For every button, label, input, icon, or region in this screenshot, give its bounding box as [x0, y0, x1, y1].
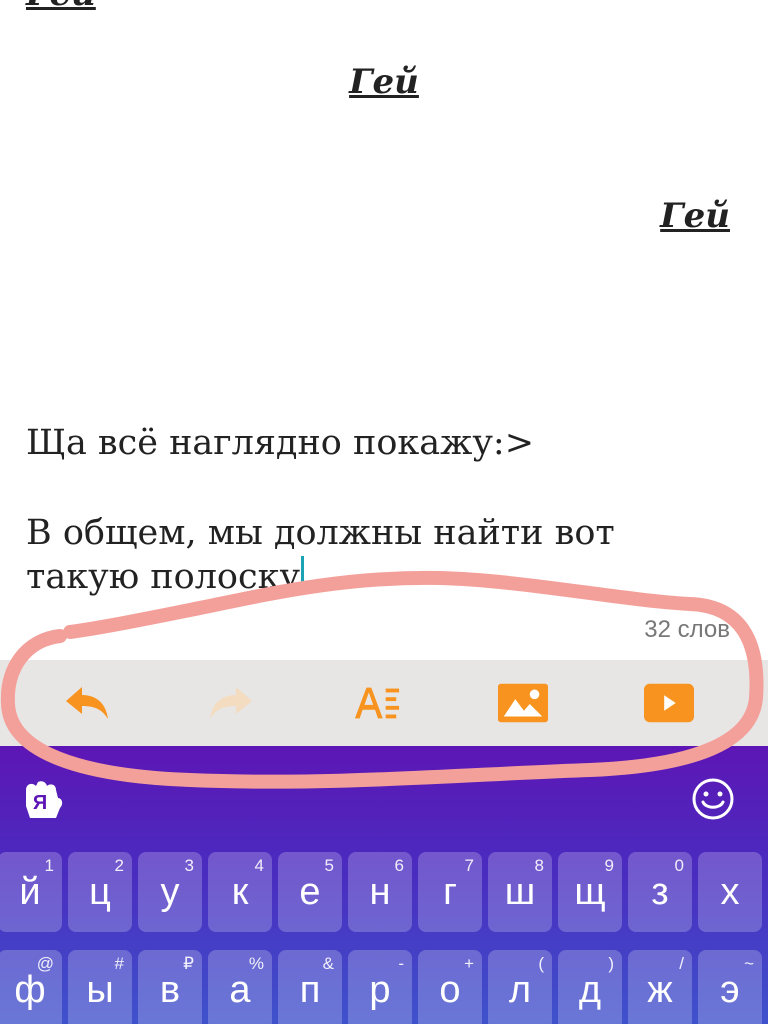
paragraph-1: Ща всё наглядно покажу:> — [26, 423, 535, 463]
heading-center: Гей — [349, 62, 419, 102]
insert-image-icon — [498, 683, 548, 723]
key[interactable]: # ы — [68, 950, 132, 1030]
key[interactable]: ) д — [558, 950, 622, 1030]
key-label: л — [508, 969, 532, 1011]
redo-button[interactable] — [206, 680, 256, 726]
paragraph-3: такую полоску — [26, 556, 305, 598]
key[interactable]: 1й — [0, 852, 62, 932]
heading-top: Гей — [26, 0, 96, 14]
key-label: в — [159, 969, 181, 1011]
yandex-logo-icon[interactable]: Я — [20, 778, 66, 824]
key-label: й — [19, 871, 41, 913]
heading-right: Гей — [660, 196, 730, 236]
key[interactable]: 8ш — [488, 852, 552, 932]
key[interactable]: 4к — [208, 852, 272, 932]
key[interactable]: (л — [488, 950, 552, 1030]
editor-toolbar — [0, 660, 768, 746]
key[interactable]: / ж — [628, 950, 692, 1030]
key-label: а — [229, 969, 251, 1011]
key-label: е — [299, 871, 321, 913]
key-label: р — [369, 969, 391, 1011]
key[interactable]: 6н — [348, 852, 412, 932]
key[interactable]: + о — [418, 950, 482, 1030]
undo-button[interactable] — [62, 680, 112, 726]
key-label: д — [578, 969, 602, 1011]
key[interactable]: -р — [348, 950, 412, 1030]
key[interactable]: 7г — [418, 852, 482, 932]
key[interactable]: 3у — [138, 852, 202, 932]
key-label: п — [299, 969, 321, 1011]
insert-video-button[interactable] — [644, 680, 694, 726]
undo-icon — [66, 687, 108, 719]
text-format-button[interactable] — [352, 680, 402, 726]
redo-icon — [210, 687, 252, 719]
key-label: ы — [86, 969, 114, 1011]
key[interactable]: & п — [278, 950, 342, 1030]
key-label: к — [231, 871, 249, 913]
keyboard: Я 1й 2ц 3у 4к 5е 6н 7г 8ш 9щ 0з х @ ф # ы … — [0, 746, 768, 1030]
emoji-icon[interactable] — [690, 776, 736, 822]
key-label: ж — [647, 969, 673, 1011]
key[interactable]: ₽ в — [138, 950, 202, 1030]
text-cursor — [301, 556, 305, 594]
key-label: з — [651, 871, 669, 913]
key-label: у — [160, 871, 180, 913]
key[interactable]: 5е — [278, 852, 342, 932]
svg-text:Я: Я — [33, 792, 47, 814]
insert-video-icon — [644, 683, 694, 723]
paragraph-3-text: такую полоску — [26, 557, 301, 597]
document-area[interactable]: Гей Гей Гей Ща всё наглядно покажу:> В о… — [0, 0, 768, 660]
key-label: н — [369, 871, 391, 913]
key-label: э — [720, 969, 740, 1011]
key[interactable]: 9щ — [558, 852, 622, 932]
key[interactable]: х — [698, 852, 762, 932]
key[interactable]: ~ э — [698, 950, 762, 1030]
key[interactable]: % а — [208, 950, 272, 1030]
key-label: ш — [504, 871, 536, 913]
word-count: 32 слов — [644, 616, 730, 643]
paragraph-2: В общем, мы должны найти вот — [26, 513, 615, 553]
text-format-icon — [354, 687, 400, 719]
key-label: щ — [574, 871, 606, 913]
key-label: ф — [14, 969, 46, 1011]
key-label: о — [439, 969, 461, 1011]
key-label: х — [720, 871, 740, 913]
key[interactable]: 0з — [628, 852, 692, 932]
key[interactable]: @ ф — [0, 950, 62, 1030]
key-label: г — [443, 871, 457, 913]
insert-image-button[interactable] — [498, 680, 548, 726]
key-label: ц — [89, 871, 111, 913]
key[interactable]: 2ц — [68, 852, 132, 932]
